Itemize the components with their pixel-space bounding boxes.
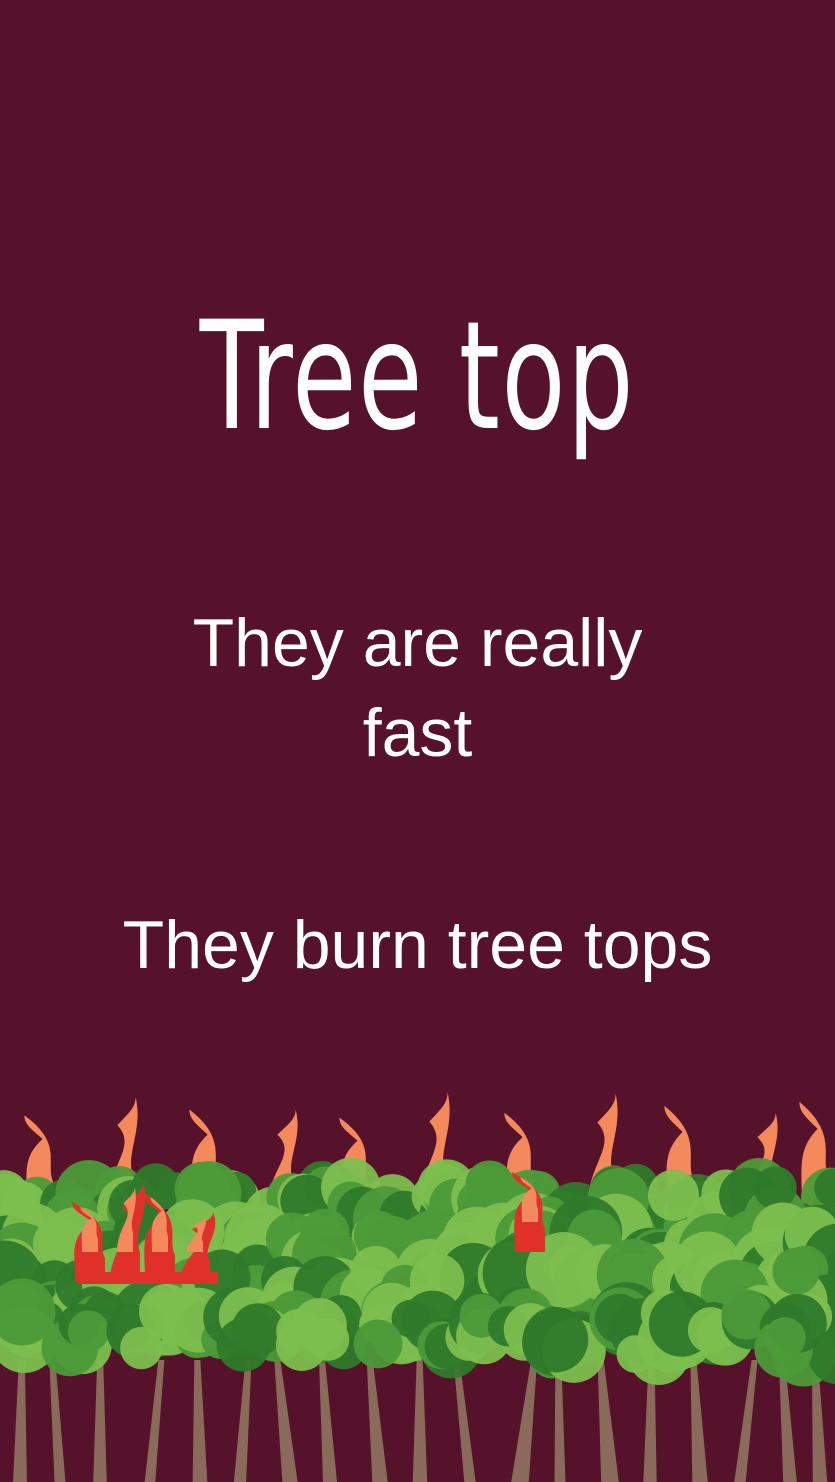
tree-trunk (192, 1360, 208, 1482)
page-title: Tree top (199, 290, 636, 464)
tree-trunk (597, 1360, 619, 1482)
statement-speed: They are really fast (0, 598, 835, 778)
burning-forest-illustration (0, 1092, 835, 1482)
tree-trunk (690, 1360, 708, 1482)
tree-trunk (511, 1360, 538, 1482)
tree-trunk (144, 1360, 165, 1482)
tree-trunk (93, 1360, 107, 1482)
tree-trunk (453, 1360, 476, 1482)
tree-trunk (734, 1360, 758, 1482)
tree-trunk (319, 1360, 337, 1482)
statement-speed-line-1: They are really (192, 605, 643, 681)
statement-burn: They burn tree tops (122, 907, 713, 983)
tree-trunks (13, 1360, 828, 1482)
tree-trunk (233, 1360, 252, 1482)
tree-trunk (274, 1360, 298, 1482)
infographic-card: Tree top They are really fast They burn … (0, 0, 835, 1482)
tree-trunk (13, 1360, 27, 1482)
tree-trunk (49, 1360, 66, 1482)
tree-trunk (412, 1360, 428, 1482)
tree-trunk (366, 1360, 388, 1482)
statement-speed-line-2: fast (362, 695, 473, 771)
